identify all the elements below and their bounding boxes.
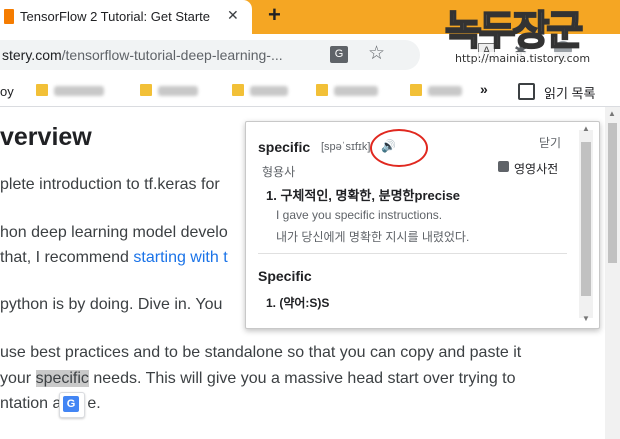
popup-scrollbar-thumb[interactable] xyxy=(581,142,591,296)
definition-1: 1. 구체적인, 명확한, 분명한precise xyxy=(266,188,461,203)
paragraph-line: hon deep learning model develo xyxy=(0,224,228,241)
bookmark-star-icon[interactable]: ☆ xyxy=(368,42,385,65)
close-tab-icon[interactable]: ✕ xyxy=(227,7,239,24)
tensorflow-favicon-icon xyxy=(4,9,14,24)
tab-title: TensorFlow 2 Tutorial: Get Starte xyxy=(20,9,211,24)
folder-icon xyxy=(140,84,152,96)
english-dict-icon[interactable] xyxy=(498,161,509,172)
folder-icon xyxy=(232,84,244,96)
blurred-label xyxy=(334,86,378,96)
paragraph-text: your xyxy=(0,370,36,387)
url-domain: stery.com xyxy=(2,47,62,63)
new-tab-button[interactable]: + xyxy=(268,2,281,28)
folder-icon xyxy=(36,84,48,96)
bookmark-fragment[interactable]: oy xyxy=(0,84,14,99)
scrollbar-thumb[interactable] xyxy=(608,123,617,263)
example-english: I gave you specific instructions. xyxy=(276,208,443,222)
paragraph-text: e. xyxy=(87,395,101,412)
url-text[interactable]: stery.com/tensorflow-tutorial-deep-learn… xyxy=(2,47,283,63)
watermark-url: http://mainia.tistory.com xyxy=(452,52,594,65)
scroll-up-arrow-icon[interactable]: ▲ xyxy=(608,109,616,118)
selected-word-highlight[interactable]: specific xyxy=(35,370,89,387)
paragraph-line: ntation a e. xyxy=(0,395,101,413)
reading-list-icon[interactable] xyxy=(518,83,535,100)
definition-2: 1. (약어:S)S xyxy=(266,296,330,310)
popup-scroll-down-icon[interactable]: ▼ xyxy=(582,314,590,323)
popup-divider xyxy=(258,253,567,254)
folder-icon xyxy=(410,84,422,96)
bookmarks-overflow-icon[interactable]: » xyxy=(480,81,488,97)
paragraph-line: python is by doing. Dive in. You xyxy=(0,296,223,313)
active-tab[interactable]: TensorFlow 2 Tutorial: Get Starte ✕ xyxy=(0,0,252,34)
english-dictionary-link[interactable]: 영영사전 xyxy=(514,160,558,177)
annotation-circle xyxy=(370,129,428,167)
bookmark-folder[interactable] xyxy=(140,84,198,98)
starting-with-link[interactable]: starting with t xyxy=(133,249,227,266)
paragraph-text: ntation a xyxy=(0,395,62,412)
part-of-speech: 형용사 xyxy=(262,165,296,179)
blurred-label xyxy=(158,86,198,96)
paragraph-line: your specific needs. This will give you … xyxy=(0,370,516,388)
bookmark-folder[interactable] xyxy=(36,84,104,98)
bookmarks-bar: oy » 읽기 목록 xyxy=(0,76,620,107)
paragraph-line: plete introduction to tf.keras for xyxy=(0,176,220,193)
popup-word: specific xyxy=(258,139,311,155)
popup-word-2: Specific xyxy=(258,268,312,284)
reading-list-button[interactable]: 읽기 목록 xyxy=(544,83,595,102)
url-path: /tensorflow-tutorial-deep-learning-... xyxy=(61,47,283,63)
popup-close-button[interactable]: 닫기 xyxy=(539,134,561,151)
paragraph-text: that, I recommend xyxy=(0,249,134,266)
google-translate-icon: G xyxy=(63,396,79,412)
bookmark-folder[interactable] xyxy=(410,84,462,98)
popup-pronunciation: [spəˈsɪfɪk] xyxy=(321,141,371,153)
watermark-title: 녹두장군 xyxy=(444,6,584,55)
blurred-label xyxy=(250,86,288,96)
page-scrollbar[interactable]: ▲ xyxy=(605,107,620,439)
dictionary-popup: specific [spəˈsɪfɪk] 🔊 닫기 형용사 영영사전 1. 구체… xyxy=(245,121,600,329)
page-heading: verview xyxy=(0,123,92,151)
bookmark-folder[interactable] xyxy=(232,84,288,98)
translate-page-icon[interactable]: G xyxy=(330,46,348,63)
paragraph-line: use best practices and to be standalone … xyxy=(0,344,522,361)
bookmark-folder[interactable] xyxy=(316,84,378,98)
folder-icon xyxy=(316,84,328,96)
google-translate-button[interactable]: G xyxy=(59,392,85,418)
paragraph-line: that, I recommend starting with t xyxy=(0,249,228,267)
address-bar[interactable]: stery.com/tensorflow-tutorial-deep-learn… xyxy=(0,40,420,70)
popup-scroll-up-icon[interactable]: ▲ xyxy=(582,124,590,133)
blurred-label xyxy=(428,86,462,96)
example-korean: 내가 당신에게 명확한 지시를 내렸었다. xyxy=(276,230,470,244)
blurred-label xyxy=(54,86,104,96)
paragraph-text: needs. This will give you a massive head… xyxy=(88,370,516,387)
